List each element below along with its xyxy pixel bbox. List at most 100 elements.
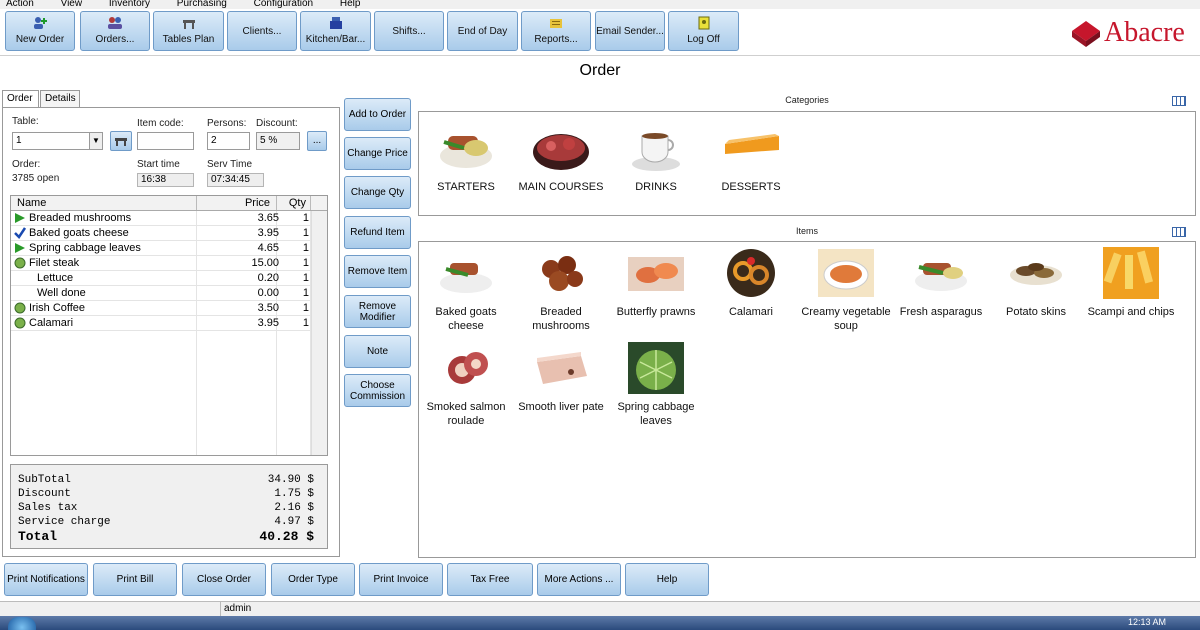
row-name: Well done: [37, 287, 86, 299]
remove-modifier-button[interactable]: Remove Modifier: [344, 295, 411, 328]
tax-free-button[interactable]: Tax Free: [447, 563, 533, 596]
category-main-courses[interactable]: MAIN COURSES: [514, 122, 608, 194]
log-off-button[interactable]: Log Off: [668, 11, 739, 51]
category-drinks[interactable]: DRINKS: [609, 122, 703, 194]
help-button[interactable]: Help: [625, 563, 709, 596]
orders-button[interactable]: Orders...: [80, 11, 150, 51]
item-scampi-and-chips[interactable]: Scampi and chips: [1084, 247, 1178, 319]
table-row[interactable]: Well done 0.00 1: [11, 286, 327, 301]
tab-order[interactable]: Order: [2, 90, 39, 108]
item-smoked-salmon-roulade[interactable]: Smoked salmon roulade: [419, 342, 513, 428]
grid-view-icon[interactable]: [1172, 227, 1186, 237]
discount-input[interactable]: 5 %: [256, 132, 300, 150]
menu-bar: Action View Inventory Purchasing Configu…: [0, 0, 1200, 9]
desserts-image: [721, 122, 781, 174]
row-price: 15.00: [251, 257, 279, 269]
choose-commission-button[interactable]: Choose Commission: [344, 374, 411, 407]
change-price-button[interactable]: Change Price: [344, 137, 411, 170]
taskbar: 12:13 AM: [0, 616, 1200, 630]
item-creamy-vegetable-soup[interactable]: Creamy vegetable soup: [799, 247, 893, 333]
row-price: 3.65: [257, 212, 279, 224]
menu-help[interactable]: Help: [340, 0, 361, 9]
grid-view-icon[interactable]: [1172, 96, 1186, 106]
new-order-button[interactable]: New Order: [5, 11, 75, 51]
close-order-button[interactable]: Close Order: [182, 563, 266, 596]
note-button[interactable]: Note: [344, 335, 411, 368]
item-butterfly-prawns[interactable]: Butterfly prawns: [609, 247, 703, 319]
table-row[interactable]: Baked goats cheese 3.95 1: [11, 226, 327, 241]
column-price[interactable]: Price: [197, 196, 277, 210]
category-starters[interactable]: STARTERS: [419, 122, 513, 194]
table-row[interactable]: Spring cabbage leaves 4.65 1: [11, 241, 327, 256]
end-of-day-button[interactable]: End of Day: [447, 11, 518, 51]
start-time-value: 16:38: [137, 173, 194, 187]
menu-action[interactable]: Action: [6, 0, 34, 9]
table-row[interactable]: Irish Coffee 3.50 1: [11, 301, 327, 316]
table-row[interactable]: Breaded mushrooms 3.65 1: [11, 211, 327, 226]
tab-details[interactable]: Details: [40, 90, 80, 107]
discount-more-button[interactable]: ...: [307, 131, 327, 151]
item-spring-cabbage-leaves[interactable]: Spring cabbage leaves: [609, 342, 703, 428]
print-notifications-button[interactable]: Print Notifications: [4, 563, 88, 596]
row-price: 3.95: [257, 317, 279, 329]
print-invoice-button[interactable]: Print Invoice: [359, 563, 443, 596]
clients-button[interactable]: Clients...: [227, 11, 297, 51]
print-bill-button[interactable]: Print Bill: [93, 563, 177, 596]
categories-panel: STARTERS MAIN COURSES DRINKS DESSERTS: [418, 111, 1196, 216]
category-desserts[interactable]: DESSERTS: [704, 122, 798, 194]
row-qty: 1: [302, 242, 309, 254]
table-row[interactable]: Lettuce 0.20 1: [11, 271, 327, 286]
clock: 12:13 AM: [1128, 617, 1167, 627]
table-row[interactable]: Filet steak 15.00 1: [11, 256, 327, 271]
reports-button[interactable]: Reports...: [521, 11, 591, 51]
table-plan-small-button[interactable]: [110, 131, 132, 151]
table-row[interactable]: Calamari 3.95 1: [11, 316, 327, 331]
item-smooth-liver-pate[interactable]: Smooth liver pate: [514, 342, 608, 414]
row-qty: 1: [302, 227, 309, 239]
order-type-button[interactable]: Order Type: [271, 563, 355, 596]
row-qty: 1: [302, 287, 309, 299]
table-scrollbar[interactable]: [311, 211, 327, 455]
menu-configuration[interactable]: Configuration: [254, 0, 313, 9]
item-baked-goats-cheese[interactable]: Baked goats cheese: [419, 247, 513, 333]
menu-purchasing[interactable]: Purchasing: [177, 0, 227, 9]
item-calamari[interactable]: Calamari: [704, 247, 798, 319]
remove-item-button[interactable]: Remove Item: [344, 255, 411, 288]
totals-panel: SubTotal 34.90 $ Discount 1.75 $ Sales tax…: [10, 464, 328, 549]
refund-item-button[interactable]: Refund Item: [344, 216, 411, 249]
email-sender-button[interactable]: Email Sender...: [595, 11, 665, 51]
start-button[interactable]: [8, 617, 36, 630]
persons-input[interactable]: 2: [207, 132, 250, 150]
column-qty[interactable]: Qty: [277, 196, 311, 210]
add-to-order-button[interactable]: Add to Order: [344, 98, 411, 131]
kitchen-bar-button[interactable]: Kitchen/Bar...: [300, 11, 371, 51]
order-items-table[interactable]: Name Price Qty Breaded mushrooms 3.65 1 Bak…: [10, 195, 328, 456]
page-title: Order: [579, 62, 621, 79]
menu-inventory[interactable]: Inventory: [109, 0, 150, 9]
discount-row: Discount 1.75 $: [18, 488, 314, 500]
item-potato-skins[interactable]: Potato skins: [989, 247, 1083, 319]
row-name: Calamari: [29, 317, 74, 329]
table-icon: [154, 16, 223, 30]
serv-time-value: 07:34:45: [207, 173, 264, 187]
table-select[interactable]: 1 ▼: [12, 132, 103, 150]
service-charge-row: Service charge 4.97 $: [18, 516, 314, 528]
item-breaded-mushrooms[interactable]: Breaded mushrooms: [514, 247, 608, 333]
chevron-down-icon[interactable]: ▼: [89, 133, 102, 149]
row-price: 3.95: [257, 227, 279, 239]
more-actions-button[interactable]: More Actions ...: [537, 563, 621, 596]
key-icon: [669, 16, 738, 30]
starters-image: [436, 122, 496, 174]
tables-plan-button[interactable]: Tables Plan: [153, 11, 224, 51]
discount-label: Discount:: [256, 118, 298, 129]
items-header: Items: [795, 226, 818, 236]
item-code-input[interactable]: [137, 132, 194, 150]
item-fresh-asparagus[interactable]: Fresh asparagus: [894, 247, 988, 319]
menu-view[interactable]: View: [61, 0, 83, 9]
change-qty-button[interactable]: Change Qty: [344, 176, 411, 209]
column-name[interactable]: Name: [11, 196, 197, 210]
shifts-button[interactable]: Shifts...: [374, 11, 444, 51]
row-price: 0.20: [257, 272, 279, 284]
row-name: Irish Coffee: [29, 302, 86, 314]
logo-text: Abacre: [1104, 17, 1185, 48]
